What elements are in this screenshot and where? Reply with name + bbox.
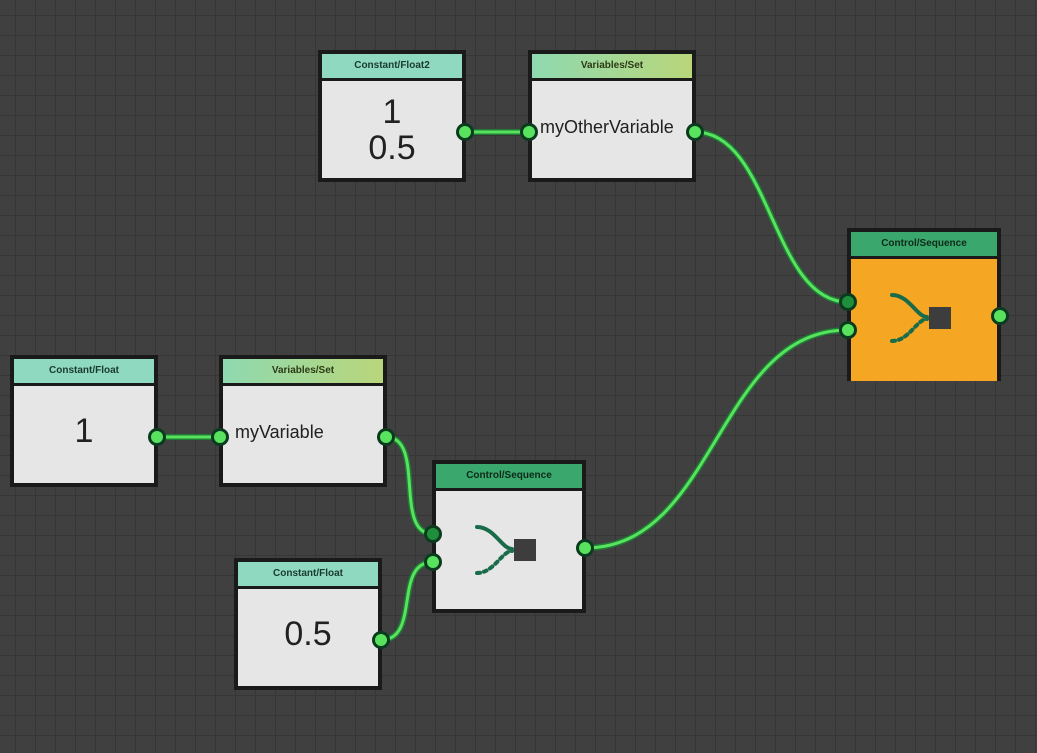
input-port[interactable]: [520, 123, 538, 141]
value: 1: [75, 412, 94, 450]
input-port-1[interactable]: [839, 293, 857, 311]
node-variables-set-top[interactable]: Variables/Set myOtherVariable: [528, 50, 696, 182]
output-port[interactable]: [372, 631, 390, 649]
node-constant-float2[interactable]: Constant/Float2 1 0.5: [318, 50, 466, 182]
variable-name: myOtherVariable: [540, 117, 674, 138]
node-variables-set-mid[interactable]: Variables/Set myVariable: [219, 355, 387, 487]
node-control-sequence-right[interactable]: Control/Sequence: [847, 228, 1001, 381]
wire[interactable]: [585, 330, 848, 548]
value-a: 1: [383, 93, 402, 131]
output-port[interactable]: [686, 123, 704, 141]
node-title: Variables/Set: [223, 359, 383, 386]
wire[interactable]: [381, 562, 433, 640]
variable-name: myVariable: [235, 422, 324, 443]
wire[interactable]: [695, 132, 848, 302]
input-port-1[interactable]: [424, 525, 442, 543]
sequence-icon: [889, 289, 959, 349]
output-port[interactable]: [148, 428, 166, 446]
node-title: Constant/Float: [238, 562, 378, 589]
node-constant-float-1[interactable]: Constant/Float 1: [10, 355, 158, 487]
node-title: Constant/Float2: [322, 54, 462, 81]
value-b: 0.5: [368, 129, 415, 167]
sequence-icon: [474, 521, 544, 581]
output-port[interactable]: [991, 307, 1009, 325]
node-title: Control/Sequence: [851, 232, 997, 259]
output-port[interactable]: [377, 428, 395, 446]
node-title: Constant/Float: [14, 359, 154, 386]
input-port[interactable]: [211, 428, 229, 446]
node-constant-float-05[interactable]: Constant/Float 0.5: [234, 558, 382, 690]
input-port-2[interactable]: [839, 321, 857, 339]
wire[interactable]: [386, 437, 433, 534]
output-port[interactable]: [456, 123, 474, 141]
node-control-sequence-mid[interactable]: Control/Sequence: [432, 460, 586, 613]
node-title: Control/Sequence: [436, 464, 582, 491]
value: 0.5: [284, 615, 331, 653]
input-port-2[interactable]: [424, 553, 442, 571]
graph-canvas[interactable]: Constant/Float2 1 0.5 Variables/Set myOt…: [0, 0, 1037, 753]
output-port[interactable]: [576, 539, 594, 557]
node-title: Variables/Set: [532, 54, 692, 81]
